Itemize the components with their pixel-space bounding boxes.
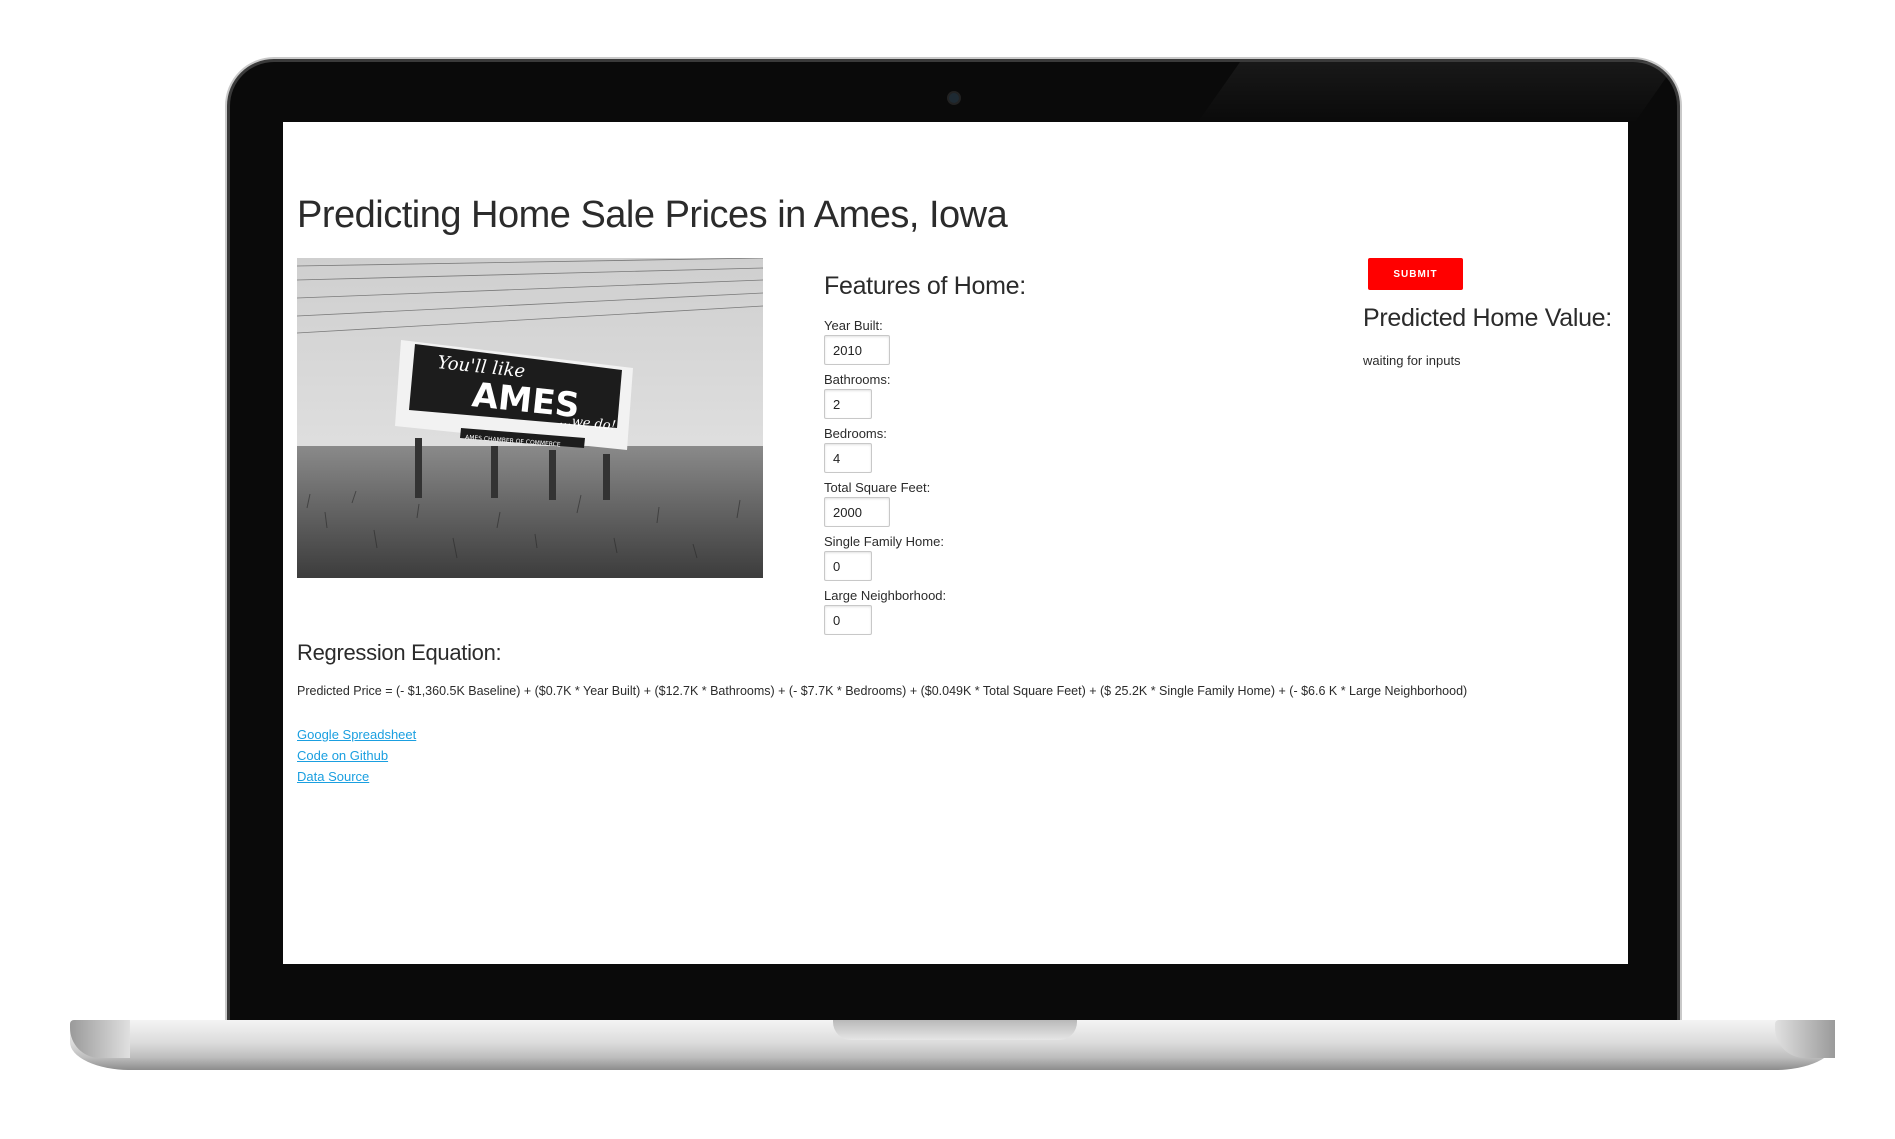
regression-equation: Predicted Price = (- $1,360.5K Baseline)… (297, 684, 1468, 698)
year-built-input[interactable] (824, 335, 890, 365)
laptop-base (70, 1020, 1835, 1070)
field-total-square-feet: Total Square Feet: (824, 479, 1224, 533)
features-heading: Features of Home: (824, 272, 1026, 300)
field-bedrooms: Bedrooms: (824, 425, 1224, 479)
code-on-github-link[interactable]: Code on Github (297, 745, 416, 766)
large-neighborhood-input[interactable] (824, 605, 872, 635)
browser-screen: Predicting Home Sale Prices in Ames, Iow… (283, 122, 1628, 964)
field-large-neighborhood: Large Neighborhood: (824, 587, 1224, 641)
results-panel: SUBMIT Predicted Home Value: waiting for… (1363, 258, 1623, 368)
bezel-reflection (1196, 62, 1677, 124)
submit-button[interactable]: SUBMIT (1368, 258, 1463, 290)
camera-icon (949, 93, 959, 103)
billboard-photo: You'll like AMES ...we do! AMES CHAMBER … (297, 258, 763, 578)
bedrooms-label: Bedrooms: (824, 426, 887, 441)
base-edge-right (1775, 1020, 1835, 1058)
bathrooms-label: Bathrooms: (824, 372, 891, 387)
large-neighborhood-label: Large Neighborhood: (824, 588, 947, 603)
page-title: Predicting Home Sale Prices in Ames, Iow… (297, 194, 1008, 236)
links-list: Google Spreadsheet Code on Github Data S… (297, 724, 416, 787)
single-family-home-input[interactable] (824, 551, 872, 581)
total-square-feet-label: Total Square Feet: (824, 480, 931, 495)
google-spreadsheet-link[interactable]: Google Spreadsheet (297, 724, 416, 745)
single-family-home-label: Single Family Home: (824, 534, 944, 549)
regression-section: Regression Equation: Predicted Price = (… (297, 640, 1617, 698)
year-built-label: Year Built: (824, 318, 883, 333)
features-form: Features of Home: Year Built: Bathrooms:… (824, 272, 1224, 641)
data-source-link[interactable]: Data Source (297, 766, 416, 787)
base-edge-left (70, 1020, 130, 1058)
bedrooms-input[interactable] (824, 443, 872, 473)
ames-billboard-image: You'll like AMES ...we do! AMES CHAMBER … (297, 258, 763, 578)
field-single-family-home: Single Family Home: (824, 533, 1224, 587)
predicted-value-heading: Predicted Home Value: (1363, 304, 1612, 332)
field-year-built: Year Built: (824, 317, 1224, 371)
regression-heading: Regression Equation: (297, 640, 502, 665)
field-bathrooms: Bathrooms: (824, 371, 1224, 425)
predicted-value-text: waiting for inputs (1363, 353, 1461, 368)
base-notch (833, 1020, 1077, 1040)
bathrooms-input[interactable] (824, 389, 872, 419)
total-square-feet-input[interactable] (824, 497, 890, 527)
